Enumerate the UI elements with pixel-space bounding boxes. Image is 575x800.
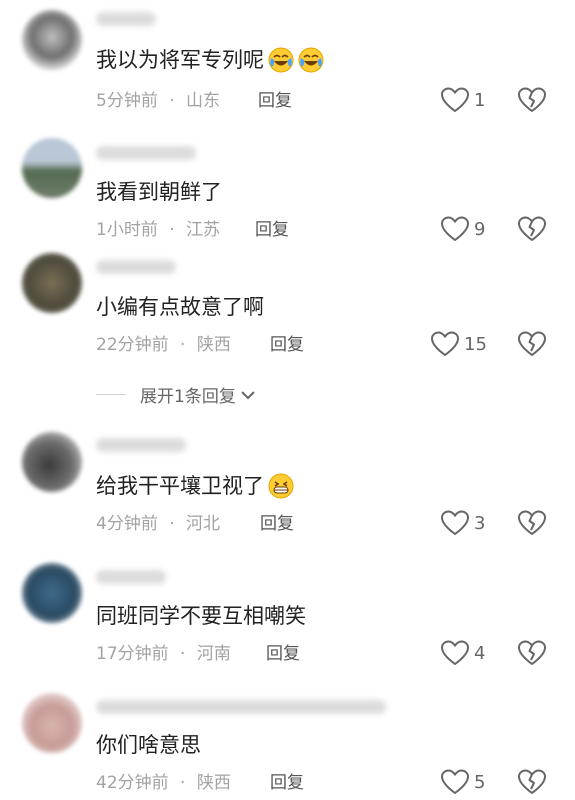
- broken-heart-icon[interactable]: [517, 215, 547, 243]
- comment-meta: 42分钟前 · 陕西: [96, 772, 231, 794]
- broken-heart-icon[interactable]: [517, 509, 547, 537]
- comment-meta: 4分钟前 · 河北: [96, 513, 220, 535]
- comment-time: 5分钟前: [96, 91, 158, 111]
- like-count: 4: [474, 642, 486, 664]
- meta-separator: ·: [169, 514, 175, 534]
- username-blurred[interactable]: [96, 438, 186, 452]
- reply-button[interactable]: 回复: [255, 219, 289, 241]
- like-button[interactable]: 9: [440, 215, 485, 243]
- comment-time: 17分钟前: [96, 644, 169, 664]
- reply-button[interactable]: 回复: [260, 513, 294, 535]
- comment-text: 同班同学不要互相嘲笑: [96, 604, 306, 628]
- like-count: 1: [474, 89, 486, 111]
- avatar[interactable]: [22, 563, 82, 623]
- username-blurred[interactable]: [96, 12, 156, 26]
- comment-text: 我看到朝鲜了: [96, 180, 222, 204]
- meta-separator: ·: [169, 220, 175, 240]
- comment-text-row: 同班同学不要互相嘲笑: [96, 602, 306, 630]
- broken-heart-icon[interactable]: [517, 639, 547, 667]
- comment-meta: 22分钟前 · 陕西: [96, 334, 231, 356]
- comment-time: 42分钟前: [96, 773, 169, 793]
- avatar[interactable]: [22, 138, 82, 198]
- meta-separator: ·: [180, 335, 186, 355]
- comment-text: 你们啥意思: [96, 733, 201, 757]
- expand-replies-label: 展开1条回复: [140, 387, 236, 407]
- heart-icon: [440, 510, 470, 536]
- comment-region: 陕西: [196, 773, 231, 793]
- comment-time: 4分钟前: [96, 514, 158, 534]
- avatar[interactable]: [22, 693, 82, 753]
- comment-region: 江苏: [186, 220, 221, 240]
- meta-separator: ·: [180, 644, 186, 664]
- divider-line: [96, 394, 126, 395]
- comment-text-row: 给我干平壤卫视了: [96, 472, 294, 500]
- username-blurred[interactable]: [96, 570, 166, 584]
- username-blurred[interactable]: [96, 260, 176, 274]
- comment-time: 1小时前: [96, 220, 158, 240]
- heart-icon: [430, 331, 460, 357]
- avatar[interactable]: [22, 432, 82, 492]
- like-button[interactable]: 3: [440, 509, 485, 537]
- reply-button[interactable]: 回复: [270, 334, 304, 356]
- comment-text-row: 我看到朝鲜了: [96, 178, 222, 206]
- chevron-down-icon: [241, 390, 255, 399]
- broken-heart-icon[interactable]: [517, 86, 547, 114]
- reply-button[interactable]: 回复: [270, 772, 304, 794]
- heart-icon: [440, 87, 470, 113]
- avatar[interactable]: [22, 253, 82, 313]
- like-button[interactable]: 4: [440, 639, 485, 667]
- reply-button[interactable]: 回复: [266, 643, 300, 665]
- like-button[interactable]: 5: [440, 768, 485, 796]
- heart-icon: [440, 216, 470, 242]
- comment-region: 陕西: [196, 335, 231, 355]
- heart-icon: [440, 640, 470, 666]
- comment-text-row: 小编有点故意了啊: [96, 293, 264, 321]
- comment-text-row: 我以为将军专列呢: [96, 46, 324, 74]
- meta-separator: ·: [180, 773, 186, 793]
- comment-text: 给我干平壤卫视了: [96, 474, 264, 498]
- comment-meta: 5分钟前 · 山东: [96, 90, 220, 112]
- grinning-emoji: [268, 473, 294, 499]
- like-button[interactable]: 1: [440, 86, 485, 114]
- username-blurred[interactable]: [96, 146, 196, 160]
- avatar[interactable]: [22, 10, 82, 70]
- username-blurred[interactable]: [96, 700, 386, 714]
- comment-text: 小编有点故意了啊: [96, 295, 264, 319]
- like-count: 5: [474, 771, 486, 793]
- meta-separator: ·: [169, 91, 175, 111]
- comment-time: 22分钟前: [96, 335, 169, 355]
- like-count: 9: [474, 218, 486, 240]
- expand-replies-button[interactable]: 展开1条回复: [96, 382, 256, 407]
- comment-text-row: 你们啥意思: [96, 731, 201, 759]
- broken-heart-icon[interactable]: [517, 768, 547, 796]
- heart-icon: [440, 769, 470, 795]
- crying-laughing-emoji: [298, 47, 324, 73]
- like-count: 15: [464, 333, 487, 355]
- comment-region: 河北: [186, 514, 221, 534]
- reply-button[interactable]: 回复: [258, 90, 292, 112]
- comment-text: 我以为将军专列呢: [96, 48, 264, 72]
- comment-meta: 17分钟前 · 河南: [96, 643, 231, 665]
- comment-meta: 1小时前 · 江苏: [96, 219, 220, 241]
- crying-laughing-emoji: [268, 47, 294, 73]
- broken-heart-icon[interactable]: [517, 330, 547, 358]
- comment-region: 河南: [196, 644, 231, 664]
- like-count: 3: [474, 512, 486, 534]
- like-button[interactable]: 15: [430, 330, 487, 358]
- comment-region: 山东: [186, 91, 221, 111]
